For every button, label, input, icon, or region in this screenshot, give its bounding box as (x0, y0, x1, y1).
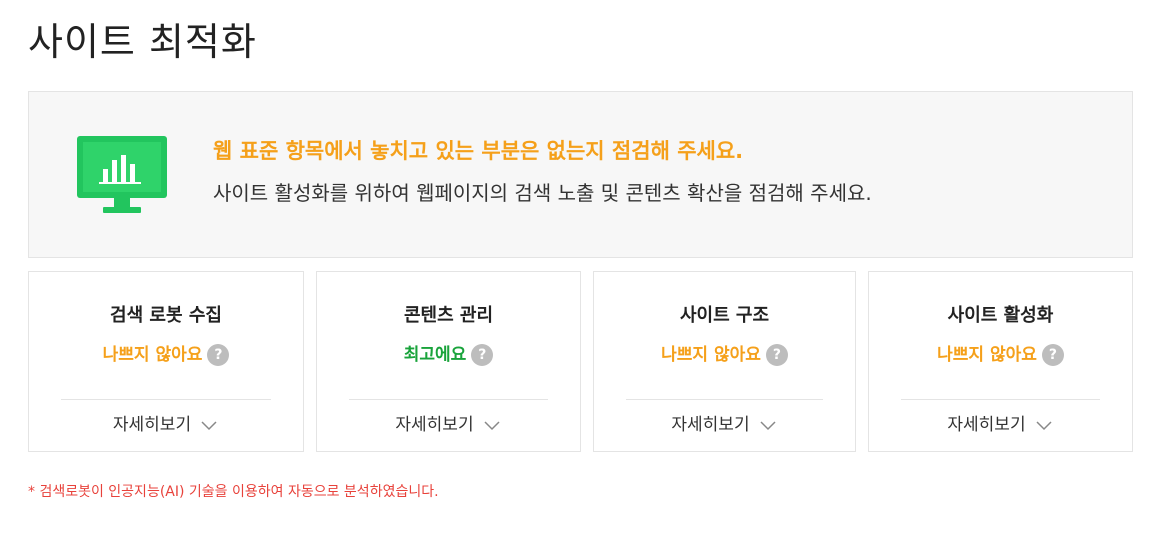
status-text: 나쁘지 않아요 (661, 345, 761, 365)
divider (626, 399, 823, 400)
card-search-robot: 검색 로봇 수집 나쁘지 않아요? 자세히보기 (28, 271, 304, 452)
card-site-structure: 사이트 구조 나쁘지 않아요? 자세히보기 (593, 271, 856, 452)
divider (349, 399, 548, 400)
status-text: 최고에요 (403, 345, 467, 365)
question-icon[interactable]: ? (765, 344, 788, 366)
chevron-down-icon (1036, 421, 1052, 431)
card-title: 사이트 활성화 (947, 305, 1054, 326)
chevron-down-icon (201, 421, 217, 431)
view-details-label: 자세히보기 (112, 415, 192, 435)
page-title: 사이트 최적화 (28, 20, 257, 64)
chevron-down-icon (760, 421, 776, 431)
divider (61, 399, 271, 400)
card-status: 나쁘지 않아요? (869, 342, 1132, 368)
question-icon[interactable]: ? (1041, 344, 1064, 366)
card-title: 콘텐츠 관리 (403, 305, 494, 326)
card-status: 나쁘지 않아요? (594, 342, 855, 368)
card-content-management: 콘텐츠 관리 최고에요? 자세히보기 (316, 271, 581, 452)
monitor-chart-icon (77, 136, 167, 213)
card-status: 나쁘지 않아요? (29, 342, 303, 368)
view-details-label: 자세히보기 (395, 415, 474, 435)
view-details-label: 자세히보기 (947, 415, 1026, 435)
site-optimization-page: 사이트 최적화 웹 표준 항목에서 놓치고 있는 부분은 없는지 점검해 주세요… (0, 0, 1160, 534)
banner-description: 사이트 활성화를 위하여 웹페이지의 검색 노출 및 콘텐츠 확산을 점검해 주… (213, 181, 872, 205)
banner-headline: 웹 표준 항목에서 놓치고 있는 부분은 없는지 점검해 주세요. (213, 139, 744, 163)
status-text: 나쁘지 않아요 (937, 345, 1037, 365)
info-banner: 웹 표준 항목에서 놓치고 있는 부분은 없는지 점검해 주세요. 사이트 활성… (28, 91, 1133, 258)
question-icon[interactable]: ? (207, 344, 230, 366)
view-details-button[interactable]: 자세히보기 (594, 411, 855, 439)
view-details-button[interactable]: 자세히보기 (869, 411, 1132, 439)
card-title: 사이트 구조 (679, 305, 770, 326)
status-text: 나쁘지 않아요 (102, 345, 203, 365)
chevron-down-icon (484, 421, 500, 431)
card-site-activation: 사이트 활성화 나쁘지 않아요? 자세히보기 (868, 271, 1133, 452)
question-icon[interactable]: ? (471, 344, 494, 366)
card-title: 검색 로봇 수집 (110, 305, 222, 326)
view-details-button[interactable]: 자세히보기 (317, 411, 580, 439)
card-status: 최고에요? (317, 342, 580, 368)
ai-analysis-footnote: * 검색로봇이 인공지능(AI) 기술을 이용하여 자동으로 분석하였습니다. (28, 484, 439, 500)
view-details-label: 자세히보기 (671, 415, 750, 435)
view-details-button[interactable]: 자세히보기 (29, 411, 303, 439)
divider (901, 399, 1100, 400)
